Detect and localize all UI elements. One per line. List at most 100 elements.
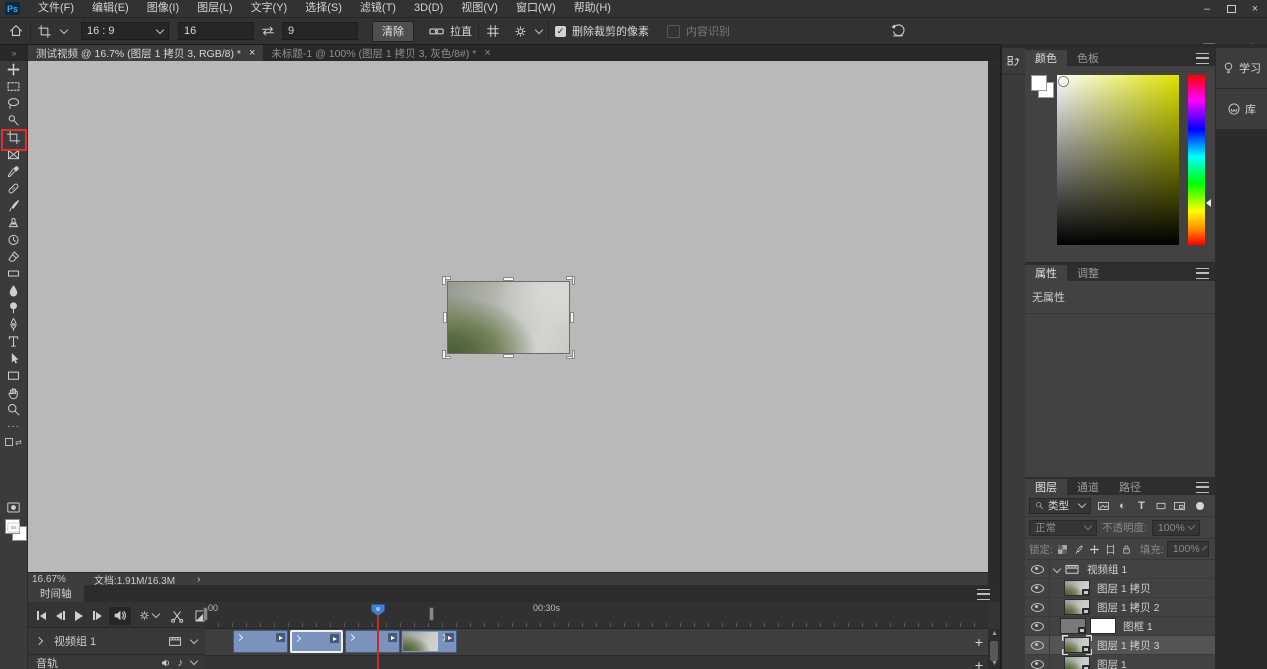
swap-width-height-icon[interactable]: [260, 24, 276, 38]
menu-edit[interactable]: 编辑(E): [83, 0, 138, 17]
next-frame-button[interactable]: [90, 607, 105, 625]
scrollbar-thumb[interactable]: [990, 641, 998, 661]
video-clip-1[interactable]: [233, 630, 288, 653]
go-to-first-frame-button[interactable]: [34, 607, 49, 625]
reset-tool-icon[interactable]: [890, 23, 906, 39]
video-clip-3[interactable]: [345, 630, 400, 653]
crop-tool-preset-icon[interactable]: [37, 24, 67, 39]
tab-properties[interactable]: 属性: [1025, 265, 1067, 281]
previous-frame-button[interactable]: [53, 607, 68, 625]
work-area-end-handle[interactable]: [429, 607, 434, 621]
layer-row-selected[interactable]: 图层 1 拷贝 3: [1025, 636, 1215, 655]
photoshop-app-icon[interactable]: Ps: [5, 2, 20, 15]
libraries-panel-button[interactable]: 库: [1216, 89, 1267, 129]
clone-stamp-tool[interactable]: [0, 214, 27, 231]
layer-thumbnail[interactable]: [1064, 656, 1090, 669]
group-expand-chevron-icon[interactable]: [1053, 565, 1061, 573]
scroll-down-icon[interactable]: ▼: [991, 661, 997, 667]
menu-image[interactable]: 图像(I): [138, 0, 188, 17]
frame-mask-thumbnail[interactable]: [1090, 618, 1116, 634]
crop-handle-top-right[interactable]: [566, 276, 575, 285]
play-button[interactable]: [72, 607, 86, 625]
rectangular-marquee-tool[interactable]: [0, 78, 27, 95]
foreground-color-swatch[interactable]: [1031, 75, 1047, 91]
lock-image-brush-icon[interactable]: [1072, 543, 1085, 556]
tab-color[interactable]: 颜色: [1025, 50, 1067, 66]
fill-value[interactable]: 100%: [1167, 541, 1209, 557]
type-tool[interactable]: [0, 333, 27, 350]
menu-type[interactable]: 文字(Y): [242, 0, 297, 17]
move-tool[interactable]: [0, 61, 27, 78]
close-button[interactable]: ×: [1243, 0, 1267, 17]
learn-panel-button[interactable]: 学习: [1216, 48, 1267, 88]
menu-3d[interactable]: 3D(D): [405, 0, 452, 17]
crop-handle-top[interactable]: [503, 277, 514, 281]
zoom-tool[interactable]: [0, 401, 27, 418]
crop-handle-bottom-right[interactable]: [566, 350, 575, 359]
crop-height-input[interactable]: 9: [282, 22, 358, 40]
lasso-tool[interactable]: [0, 95, 27, 112]
eraser-tool[interactable]: [0, 248, 27, 265]
color-picker-ring[interactable]: [1059, 77, 1068, 86]
crop-handle-bottom-left[interactable]: [442, 350, 451, 359]
visibility-toggle[interactable]: [1025, 560, 1050, 578]
split-clip-scissors-icon[interactable]: [166, 607, 187, 625]
lock-position-icon[interactable]: [1088, 543, 1101, 556]
menu-layer[interactable]: 图层(L): [188, 0, 241, 17]
blend-mode-select[interactable]: 正常: [1029, 520, 1097, 536]
filter-smart-objects-icon[interactable]: [1173, 499, 1186, 512]
speaker-icon[interactable]: [160, 658, 172, 668]
crop-settings-gear-icon[interactable]: [513, 24, 542, 39]
video-clip-4[interactable]: [401, 630, 457, 653]
timeline-tab[interactable]: 时间轴: [28, 585, 84, 602]
crop-handle-left[interactable]: [443, 312, 447, 323]
straighten-button[interactable]: 拉直: [428, 23, 472, 39]
path-selection-tool[interactable]: [0, 350, 27, 367]
panel-menu-icon[interactable]: [1196, 53, 1209, 64]
hue-slider[interactable]: [1188, 75, 1205, 245]
document-image[interactable]: [447, 281, 570, 354]
scroll-up-icon[interactable]: ▲: [991, 631, 997, 637]
add-media-to-video-track-button[interactable]: +: [971, 634, 987, 650]
crop-handle-right[interactable]: [570, 312, 574, 323]
spot-healing-brush-tool[interactable]: [0, 180, 27, 197]
clear-button[interactable]: 清除: [372, 21, 414, 42]
clip-expand-icon[interactable]: [236, 634, 243, 641]
filter-pixel-layers-icon[interactable]: [1097, 499, 1110, 512]
playhead-line[interactable]: [377, 609, 379, 669]
crop-handle-top-left[interactable]: [442, 276, 451, 285]
restore-button[interactable]: [1219, 0, 1243, 17]
pen-tool[interactable]: [0, 316, 27, 333]
hand-tool[interactable]: [0, 384, 27, 401]
visibility-toggle[interactable]: [1025, 655, 1050, 669]
canvas-area[interactable]: [28, 61, 988, 572]
rectangle-tool[interactable]: [0, 367, 27, 384]
lock-artboard-icon[interactable]: [1104, 543, 1117, 556]
layer-thumbnail[interactable]: [1064, 580, 1090, 596]
crop-ratio-select[interactable]: 16 : 9: [81, 22, 169, 40]
brush-tool[interactable]: [0, 197, 27, 214]
panel-menu-icon[interactable]: [1196, 482, 1209, 493]
layer-row[interactable]: 图层 1 拷贝 2: [1025, 598, 1215, 617]
filter-type-layers-icon[interactable]: T: [1135, 499, 1148, 512]
mute-audio-button[interactable]: [109, 607, 131, 625]
quick-mask-mode-button[interactable]: [0, 499, 27, 516]
eyedropper-tool[interactable]: [0, 163, 27, 180]
menu-file[interactable]: 文件(F): [29, 0, 83, 17]
panel-menu-icon[interactable]: [1196, 268, 1209, 279]
frame-content-thumbnail[interactable]: [1060, 618, 1086, 634]
gradient-tool[interactable]: [0, 265, 27, 282]
history-brush-tool[interactable]: [0, 231, 27, 248]
home-icon[interactable]: [8, 23, 24, 39]
document-tab-active[interactable]: 测试视频 @ 16.7% (图层 1 拷贝 3, RGB/8) * ×: [28, 45, 263, 61]
zoom-level-value[interactable]: 16.67%: [32, 574, 66, 585]
track-media-menu[interactable]: [168, 636, 197, 647]
lock-all-icon[interactable]: [1120, 543, 1133, 556]
tab-layers[interactable]: 图层: [1025, 479, 1067, 495]
crop-width-input[interactable]: 16: [178, 22, 254, 40]
blur-tool[interactable]: [0, 282, 27, 299]
audio-menu[interactable]: ♪: [178, 657, 198, 669]
dodge-tool[interactable]: [0, 299, 27, 316]
minimize-button[interactable]: –: [1195, 0, 1219, 17]
layer-row[interactable]: 图层 1 拷贝: [1025, 579, 1215, 598]
